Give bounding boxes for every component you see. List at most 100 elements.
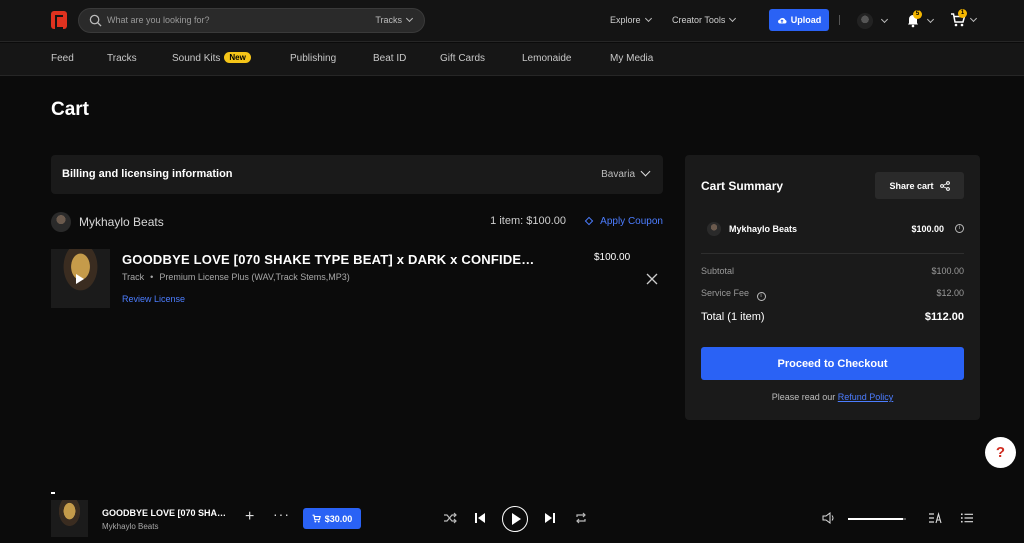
info-icon[interactable]: i — [955, 224, 964, 233]
upload-button[interactable]: Upload — [769, 9, 829, 31]
volume-slider[interactable] — [848, 518, 906, 520]
chevron-down-icon — [405, 14, 414, 23]
player-artist[interactable]: Mykhaylo Beats — [102, 522, 158, 531]
new-badge: New — [224, 52, 251, 63]
top-bar: What are you looking for? Tracks Explore… — [0, 0, 1024, 42]
seller-name[interactable]: Mykhaylo Beats — [79, 215, 164, 229]
nav-sound-kits-label: Sound Kits — [172, 53, 221, 64]
upload-label: Upload — [790, 15, 822, 25]
playback-progress[interactable] — [51, 492, 55, 494]
cart-item: GOODBYE LOVE [070 SHAKE TYPE BEAT] x DAR… — [51, 249, 663, 309]
search-scope-label: Tracks — [375, 15, 402, 25]
nav-tracks[interactable]: Tracks — [107, 53, 137, 64]
seller-item-count: 1 item: $100.00 — [490, 215, 566, 227]
total-label: Total (1 item) — [701, 311, 765, 323]
next-icon[interactable] — [543, 511, 557, 525]
nav-feed[interactable]: Feed — [51, 53, 74, 64]
chevron-down-icon — [640, 166, 651, 177]
total-row: Total (1 item) $112.00 — [701, 311, 964, 323]
subtotal-row: Subtotal $100.00 — [701, 266, 964, 276]
cloud-upload-icon — [777, 17, 787, 23]
cart-summary-title: Cart Summary — [701, 179, 784, 193]
explore-menu[interactable]: Explore — [610, 14, 652, 25]
service-fee-value: $12.00 — [936, 288, 964, 298]
item-price: $100.00 — [594, 252, 631, 263]
search-input[interactable]: What are you looking for? — [107, 15, 210, 25]
volume-level — [848, 518, 904, 520]
add-icon[interactable]: + — [245, 508, 254, 526]
service-fee-label: Service Fee — [701, 288, 750, 298]
refund-prefix: Please read our — [771, 392, 836, 402]
explore-label: Explore — [610, 15, 641, 25]
page-title: Cart — [51, 99, 90, 120]
volume-icon[interactable] — [822, 511, 836, 525]
tag-icon — [584, 216, 594, 226]
review-license-link[interactable]: Review License — [122, 294, 185, 304]
notification-count-badge: 5 — [913, 10, 922, 19]
user-avatar[interactable] — [857, 13, 873, 29]
info-icon[interactable]: i — [756, 292, 766, 301]
player-buy-button[interactable]: $30.00 — [303, 508, 361, 529]
service-fee-row: Service Fee i $12.00 — [701, 288, 964, 301]
creator-tools-menu[interactable]: Creator Tools — [672, 14, 737, 25]
total-value: $112.00 — [924, 311, 964, 323]
billing-info-accordion[interactable]: Billing and licensing information Bavari… — [51, 155, 663, 194]
chevron-down-icon[interactable] — [880, 15, 889, 24]
nav-publishing[interactable]: Publishing — [290, 53, 336, 64]
chevron-down-icon[interactable] — [969, 14, 978, 23]
queue-icon[interactable] — [960, 511, 974, 525]
seller-avatar[interactable] — [51, 212, 71, 232]
share-icon — [939, 180, 950, 191]
secondary-nav: Feed Tracks Sound Kits New Publishing Bea… — [0, 43, 1024, 76]
seller-row: Mykhaylo Beats 1 item: $100.00 Apply Cou… — [51, 212, 663, 232]
subtotal-value: $100.00 — [931, 266, 964, 276]
summary-seller-name: Mykhaylo Beats — [729, 224, 798, 234]
divider — [701, 253, 964, 254]
chevron-down-icon[interactable] — [926, 15, 935, 24]
share-cart-button[interactable]: Share cart — [875, 172, 964, 199]
repeat-icon[interactable] — [574, 511, 588, 525]
chevron-down-icon — [729, 14, 737, 23]
summary-seller-price: $100.00 — [911, 224, 944, 234]
audio-player: GOODBYE LOVE [070 SHA… Mykhaylo Beats + … — [0, 495, 1024, 543]
apply-coupon-label: Apply Coupon — [600, 216, 663, 227]
track-title[interactable]: GOODBYE LOVE [070 SHAKE TYPE BEAT] x DAR… — [122, 252, 535, 267]
play-pause-button[interactable] — [502, 506, 528, 532]
seller-avatar — [707, 222, 721, 236]
share-cart-label: Share cart — [889, 180, 934, 191]
beatstars-logo[interactable] — [51, 11, 67, 29]
divider — [839, 15, 840, 25]
nav-lemonaide[interactable]: Lemonaide — [522, 53, 571, 64]
refund-policy-link[interactable]: Refund Policy — [838, 392, 894, 402]
refund-policy-note: Please read our Refund Policy — [685, 392, 980, 402]
previous-icon[interactable] — [473, 511, 487, 525]
close-icon[interactable] — [646, 273, 658, 285]
proceed-to-checkout-button[interactable]: Proceed to Checkout — [701, 347, 964, 380]
play-icon[interactable] — [76, 274, 84, 284]
lyrics-icon[interactable] — [928, 511, 942, 525]
shuffle-icon[interactable] — [443, 511, 457, 525]
player-track-title[interactable]: GOODBYE LOVE [070 SHA… — [102, 508, 226, 518]
search-icon — [89, 14, 102, 27]
nav-gift-cards[interactable]: Gift Cards — [440, 53, 485, 64]
cart-icon — [312, 514, 321, 523]
summary-seller-row: Mykhaylo Beats $100.00 i — [707, 222, 964, 236]
more-icon[interactable]: ··· — [273, 506, 290, 522]
help-button[interactable]: ? — [985, 437, 1016, 468]
nav-sound-kits[interactable]: Sound Kits New — [172, 52, 251, 64]
apply-coupon-link[interactable]: Apply Coupon — [584, 216, 663, 227]
bullet-separator: • — [150, 272, 154, 282]
item-type: Track — [122, 272, 145, 282]
nav-beat-id[interactable]: Beat ID — [373, 53, 406, 64]
player-price: $30.00 — [324, 513, 353, 524]
billing-info-label: Billing and licensing information — [62, 168, 233, 180]
track-license-info: Track • Premium License Plus (WAV,Track St… — [122, 272, 350, 282]
cart-count-badge: 1 — [958, 9, 967, 18]
search-bar[interactable]: What are you looking for? Tracks — [78, 8, 425, 33]
nav-my-media[interactable]: My Media — [610, 53, 653, 64]
chevron-down-icon — [644, 14, 652, 23]
player-cover[interactable] — [51, 500, 88, 537]
track-cover[interactable] — [51, 249, 110, 308]
search-scope-select[interactable]: Tracks — [375, 14, 414, 25]
creator-tools-label: Creator Tools — [672, 15, 726, 25]
